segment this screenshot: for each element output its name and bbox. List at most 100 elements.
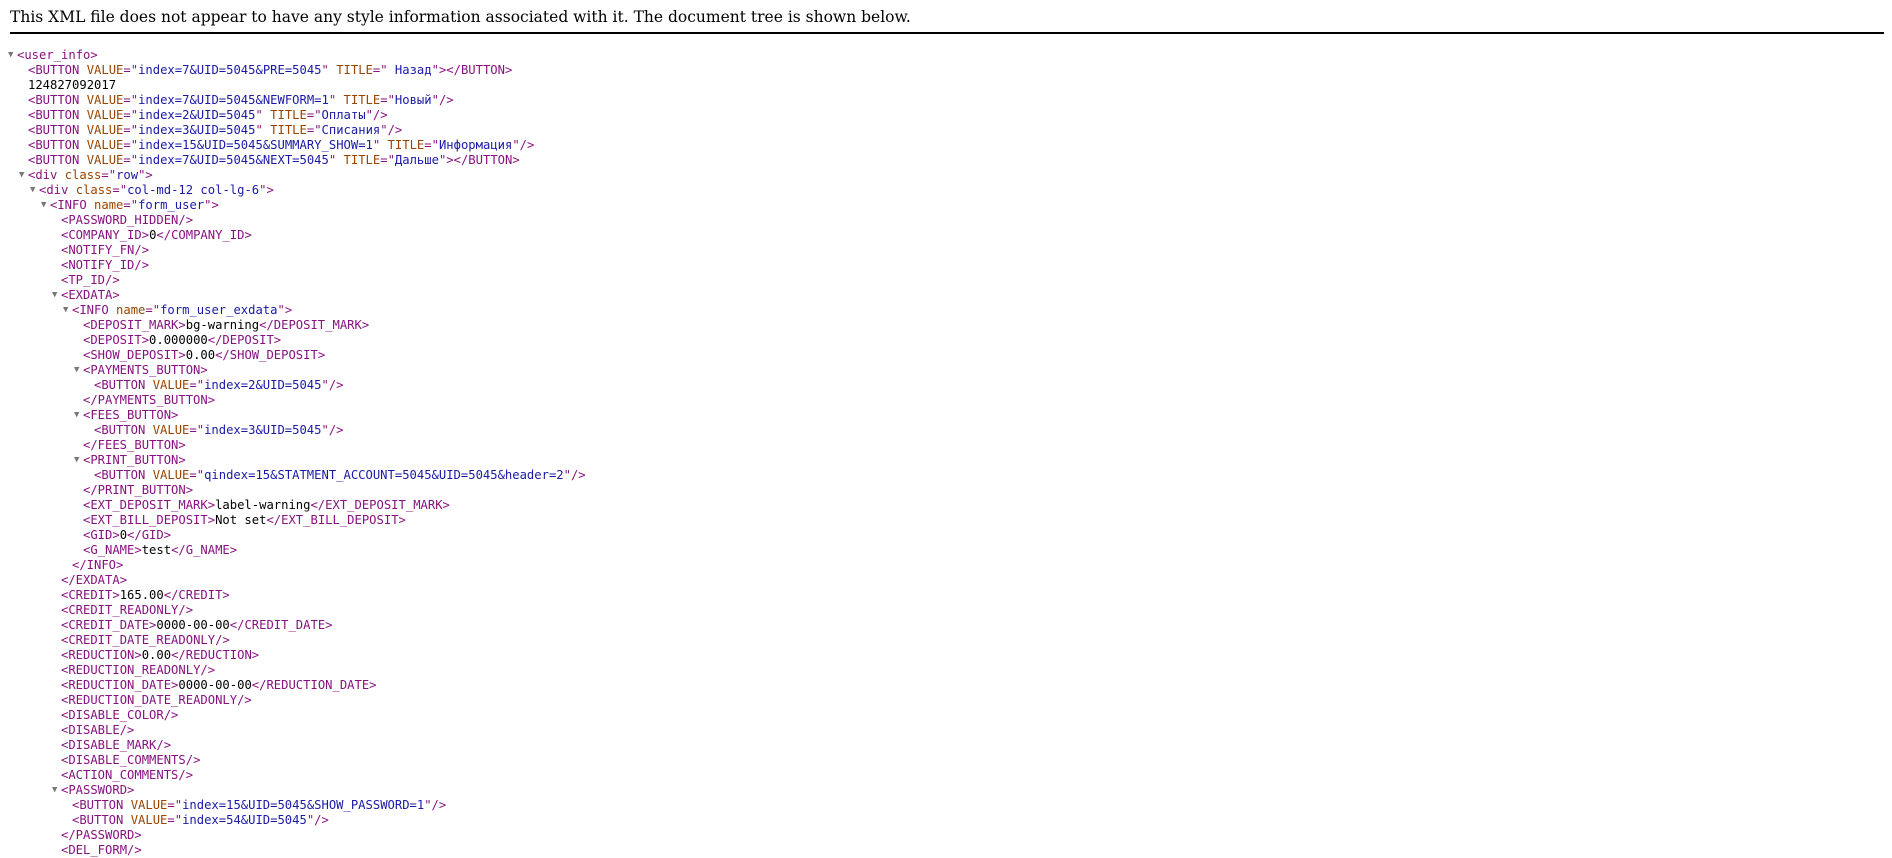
xml-text: 0000-00-00 xyxy=(156,618,230,632)
xml-attr-name: TITLE xyxy=(270,123,307,137)
xml-tag: <REDUCTION_DATE_READONLY/> xyxy=(61,693,252,707)
xml-attr-name: VALUE xyxy=(86,138,124,152)
xml-tag: <PASSWORD> xyxy=(61,783,135,797)
xml-attr-value: Назад xyxy=(387,63,432,77)
xml-tag: =" xyxy=(123,153,139,167)
xml-text: test xyxy=(141,543,172,557)
xml-text: 0.00 xyxy=(185,348,216,362)
xml-attr-name: VALUE xyxy=(152,468,190,482)
xml-tag: <REDUCTION> xyxy=(61,648,142,662)
xml-tag: </DEPOSIT> xyxy=(207,333,282,347)
xml-tag: "/> xyxy=(424,798,447,812)
xml-tag: <DEPOSIT_MARK> xyxy=(83,318,186,332)
xml-tag: " xyxy=(372,138,388,152)
xml-attr-name: name xyxy=(94,198,124,212)
xml-tag: <TP_ID/> xyxy=(61,273,120,287)
xml-tag: <BUTTON xyxy=(94,468,153,482)
xml-attr-name: class xyxy=(64,168,102,182)
xml-tag: =" xyxy=(167,813,183,827)
xml-tag: "/> xyxy=(321,423,344,437)
xml-attr-name: TITLE xyxy=(270,108,307,122)
xml-tag: <CREDIT_DATE> xyxy=(61,618,157,632)
xml-attr-value: form_user xyxy=(138,198,205,212)
xml-attr-value: Оплаты xyxy=(321,108,366,122)
xml-tag: </DEPOSIT_MARK> xyxy=(259,318,370,332)
xml-tag: <div xyxy=(39,183,76,197)
xml-attr-name: TITLE xyxy=(336,63,373,77)
xml-attr-value: form_user_exdata xyxy=(160,303,278,317)
xml-tag: =" xyxy=(424,138,439,152)
xml-tag: =" xyxy=(123,123,139,137)
xml-attr-name: TITLE xyxy=(387,138,425,152)
xml-tag: <EXT_BILL_DEPOSIT> xyxy=(83,513,216,527)
xml-attr-name: VALUE xyxy=(130,813,168,827)
xml-attr-value: col-md-12 col-lg-6 xyxy=(127,183,260,197)
xml-tag: <BUTTON xyxy=(72,813,131,827)
xml-tag: <G_NAME> xyxy=(83,543,142,557)
xml-text: 0.00 xyxy=(141,648,172,662)
xml-tag: "> xyxy=(138,168,153,182)
xml-text: 124827092017 xyxy=(28,78,117,92)
xml-tag: " xyxy=(255,123,271,137)
xml-tag: <CREDIT_READONLY/> xyxy=(61,603,194,617)
xml-attr-value: index=2&UID=5045 xyxy=(138,108,256,122)
xml-text: label-warning xyxy=(215,498,311,512)
xml-tag: </CREDIT> xyxy=(163,588,230,602)
xml-tag: <div xyxy=(28,168,65,182)
xml-text: 0.000000 xyxy=(149,333,208,347)
xml-tag: =" xyxy=(306,108,322,122)
xml-attr-name: VALUE xyxy=(86,108,124,122)
xml-tag: =" xyxy=(145,303,161,317)
xml-text: 165.00 xyxy=(119,588,164,602)
xml-tag: <ACTION_COMMENTS/> xyxy=(61,768,194,782)
xml-tag: "></BUTTON> xyxy=(431,63,513,77)
xml-tag: <BUTTON xyxy=(94,423,153,437)
xml-tag: <BUTTON xyxy=(28,63,87,77)
xml-tag: =" xyxy=(101,168,117,182)
xml-attr-value: index=15&UID=5045&SHOW_PASSWORD=1 xyxy=(182,798,425,812)
xml-attr-value: index=3&UID=5045 xyxy=(138,123,256,137)
xml-attr-name: name xyxy=(116,303,146,317)
xml-tag: "/> xyxy=(563,468,586,482)
xml-tag: <PRINT_BUTTON> xyxy=(83,453,186,467)
xml-attr-value: index=54&UID=5045 xyxy=(182,813,307,827)
xml-tag: <EXDATA> xyxy=(61,288,120,302)
xml-tag: =" xyxy=(306,123,322,137)
xml-tag: </PRINT_BUTTON> xyxy=(83,483,194,497)
xml-attr-name: TITLE xyxy=(343,153,381,167)
xml-attr-name: VALUE xyxy=(86,93,124,107)
xml-attr-value: index=7&UID=5045&PRE=5045 xyxy=(138,63,322,77)
xml-tag: </CREDIT_DATE> xyxy=(229,618,333,632)
xml-tag: =" xyxy=(123,108,139,122)
xml-text: bg-warning xyxy=(185,318,260,332)
xml-tag: <INFO xyxy=(50,198,95,212)
xml-tag: </G_NAME> xyxy=(171,543,238,557)
xml-tag: <BUTTON xyxy=(72,798,131,812)
xml-tag: </INFO> xyxy=(72,558,124,572)
xml-tag: =" xyxy=(189,378,205,392)
xml-attr-name: VALUE xyxy=(130,798,168,812)
xml-tag: " xyxy=(328,93,344,107)
xml-tag: <REDUCTION_DATE> xyxy=(61,678,179,692)
xml-attr-name: VALUE xyxy=(86,63,124,77)
xml-tag: <NOTIFY_FN/> xyxy=(61,243,150,257)
xml-attr-value: Информация xyxy=(438,138,513,152)
xml-tag: <DISABLE_COMMENTS/> xyxy=(61,753,201,767)
xml-tag: </PAYMENTS_BUTTON> xyxy=(83,393,216,407)
xml-tag: " xyxy=(328,153,344,167)
xml-tag: </EXDATA> xyxy=(61,573,128,587)
xml-tag: "> xyxy=(204,198,219,212)
xml-tag: <BUTTON xyxy=(28,108,87,122)
xml-tag: </FEES_BUTTON> xyxy=(83,438,186,452)
xml-tag: <BUTTON xyxy=(94,378,153,392)
xml-tag: </EXT_BILL_DEPOSIT> xyxy=(266,513,406,527)
xml-tag: <SHOW_DEPOSIT> xyxy=(83,348,186,362)
xml-tag: <GID> xyxy=(83,528,120,542)
xml-tag: <PAYMENTS_BUTTON> xyxy=(83,363,208,377)
xml-attr-name: VALUE xyxy=(86,153,124,167)
xml-tag: <EXT_DEPOSIT_MARK> xyxy=(83,498,216,512)
xml-tag: =" xyxy=(380,93,395,107)
xml-tag: "></BUTTON> xyxy=(438,153,520,167)
xml-tag: " xyxy=(321,63,337,77)
xml-attr-name: TITLE xyxy=(343,93,381,107)
